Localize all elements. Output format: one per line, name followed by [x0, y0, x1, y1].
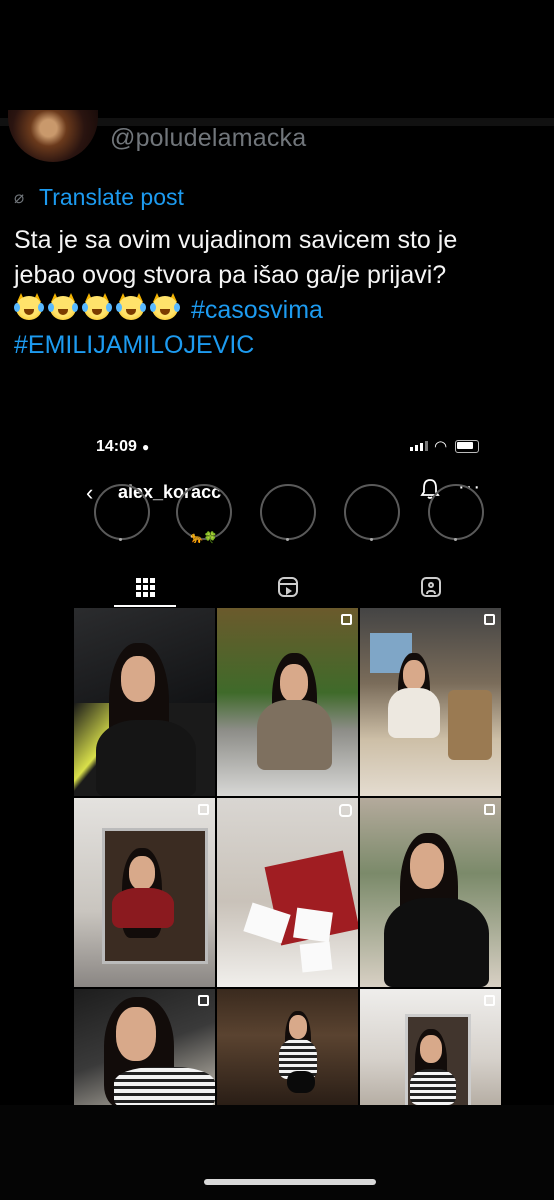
translate-icon: ⌀: [14, 187, 25, 207]
highlight-ring[interactable]: [344, 484, 400, 540]
highlight-ring[interactable]: [260, 484, 316, 540]
highlight-ring[interactable]: [94, 484, 150, 540]
grid-photo[interactable]: [74, 798, 215, 987]
translate-post-link[interactable]: ⌀ Translate post: [14, 184, 184, 211]
grid-photo[interactable]: [74, 989, 215, 1105]
hashtag-link[interactable]: #casosvima: [191, 296, 323, 324]
multi-photo-icon: [484, 804, 495, 815]
face: [420, 1035, 442, 1063]
grid-photo[interactable]: [360, 989, 501, 1105]
active-tab-indicator: [114, 605, 176, 607]
face: [129, 856, 155, 890]
face: [403, 660, 425, 690]
story-highlights: 🐆🍀: [74, 484, 502, 552]
grid-icon: [135, 577, 155, 597]
face: [121, 656, 155, 702]
user-handle[interactable]: @poludelamacka: [110, 124, 306, 153]
user-avatar[interactable]: [8, 110, 98, 162]
hashtag-link[interactable]: #EMILIJAMILOJEVIC: [14, 331, 254, 359]
wifi-icon: ◠: [434, 438, 448, 455]
grid-photo[interactable]: [217, 608, 358, 796]
grid-photo[interactable]: [217, 989, 358, 1105]
embedded-instagram-screenshot[interactable]: 14:09 ● ◠ ‹ alex_koracc ··· 🐆🍀: [74, 420, 502, 1105]
signal-icon: [410, 441, 428, 451]
highlight-label: [454, 538, 457, 541]
reels-icon: [278, 577, 298, 597]
crying-cat-face-icon: [48, 293, 78, 323]
grid-photo[interactable]: [217, 798, 358, 987]
tab-posts[interactable]: [74, 568, 216, 606]
home-indicator[interactable]: [204, 1179, 376, 1185]
multi-photo-icon: [484, 614, 495, 625]
crying-cat-face-icon: [116, 293, 146, 323]
face: [116, 1007, 156, 1061]
highlight-label: 🐆🍀: [190, 532, 218, 544]
highlight-label: [119, 538, 122, 541]
face: [280, 664, 308, 702]
multi-photo-icon: [198, 804, 209, 815]
bottom-area: [0, 1105, 554, 1200]
tab-tagged[interactable]: [360, 568, 502, 606]
highlight-label: [370, 538, 373, 541]
emoji-group: [14, 293, 184, 324]
tagged-icon: [421, 577, 441, 597]
crying-cat-face-icon: [150, 293, 180, 323]
multi-photo-icon: [341, 614, 352, 625]
translate-label: Translate post: [39, 184, 184, 210]
battery-icon: [455, 440, 479, 453]
highlight-ring[interactable]: [428, 484, 484, 540]
profile-tabs: [74, 568, 502, 608]
grid-photo[interactable]: [360, 608, 501, 796]
person-icon: ●: [142, 440, 150, 454]
status-time: 14:09: [96, 438, 137, 455]
photo-grid: [74, 608, 502, 1105]
grid-photo[interactable]: [360, 798, 501, 987]
status-bar: 14:09 ● ◠: [74, 420, 502, 468]
post-text-line: Sta je sa ovim vujadinom savicem sto je: [14, 226, 458, 254]
multi-photo-icon: [484, 995, 495, 1006]
crying-cat-face-icon: [82, 293, 112, 323]
post-emoji-line: #casosvima: [14, 293, 544, 328]
back-icon[interactable]: ‹: [86, 480, 93, 506]
face: [410, 843, 444, 889]
highlight-label: [286, 538, 289, 541]
crying-cat-face-icon: [14, 293, 44, 323]
grid-photo[interactable]: [74, 608, 215, 796]
reel-icon: [339, 804, 352, 817]
multi-photo-icon: [198, 995, 209, 1006]
post-text: Sta je sa ovim vujadinom savicem sto je …: [14, 223, 544, 363]
tab-reels[interactable]: [217, 568, 359, 606]
post-text-line: jebao ovog stvora pa išao ga/je prijavi?: [14, 261, 447, 289]
face: [289, 1015, 307, 1039]
